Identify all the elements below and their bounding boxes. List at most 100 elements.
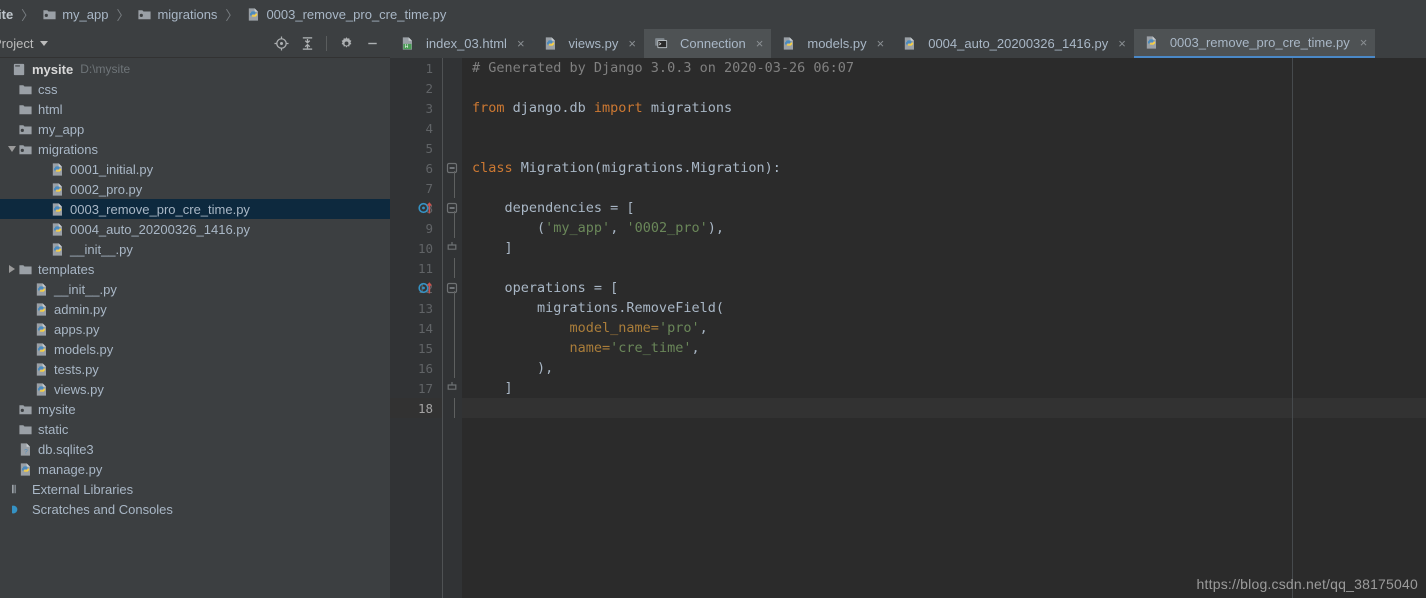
code-line[interactable]: migrations.RemoveField( bbox=[462, 298, 1426, 318]
override-marker-icon[interactable] bbox=[418, 281, 434, 295]
close-icon[interactable]: × bbox=[517, 36, 525, 51]
tree-row[interactable]: models.py bbox=[0, 339, 390, 359]
code-line[interactable]: name='cre_time', bbox=[462, 338, 1426, 358]
tree-row[interactable]: tests.py bbox=[0, 359, 390, 379]
gutter-line-number[interactable]: 15 bbox=[390, 338, 442, 358]
gutter-line-number[interactable]: 10 bbox=[390, 238, 442, 258]
close-icon[interactable]: × bbox=[1360, 35, 1368, 50]
fold-region-line bbox=[443, 118, 462, 138]
tree-row[interactable]: External Libraries bbox=[0, 479, 390, 499]
gutter-line-number[interactable]: 13 bbox=[390, 298, 442, 318]
gutter-line-number[interactable]: 16 bbox=[390, 358, 442, 378]
gutter-line-number[interactable]: 12 bbox=[390, 278, 442, 298]
breadcrumb-item-2[interactable]: migrations bbox=[135, 0, 219, 29]
breadcrumb-item-1[interactable]: my_app bbox=[40, 0, 110, 29]
code-line[interactable]: # Generated by Django 3.0.3 on 2020-03-2… bbox=[462, 58, 1426, 78]
gutter-line-number[interactable]: 8 bbox=[390, 198, 442, 218]
editor-tab[interactable]: views.py × bbox=[532, 29, 644, 58]
editor-tab[interactable]: 0003_remove_pro_cre_time.py × bbox=[1133, 29, 1376, 58]
gutter-line-number[interactable]: 14 bbox=[390, 318, 442, 338]
tree-row[interactable]: apps.py bbox=[0, 319, 390, 339]
code-line[interactable] bbox=[462, 78, 1426, 98]
tree-row[interactable]: __init__.py bbox=[0, 279, 390, 299]
tree-row[interactable]: css bbox=[0, 79, 390, 99]
close-icon[interactable]: × bbox=[756, 36, 764, 51]
editor-tab[interactable]: models.py × bbox=[771, 29, 893, 58]
close-icon[interactable]: × bbox=[1118, 36, 1126, 51]
gutter-line-number[interactable]: 7 bbox=[390, 178, 442, 198]
override-marker-icon[interactable] bbox=[418, 201, 434, 215]
line-number: 18 bbox=[417, 400, 433, 416]
gutter-line-number[interactable]: 17 bbox=[390, 378, 442, 398]
tree-row[interactable]: manage.py bbox=[0, 459, 390, 479]
code-line[interactable]: ('my_app', '0002_pro'), bbox=[462, 218, 1426, 238]
gutter-line-number[interactable]: 5 bbox=[390, 138, 442, 158]
editor-fold-column[interactable] bbox=[443, 58, 462, 598]
code-line[interactable]: class Migration(migrations.Migration): bbox=[462, 158, 1426, 178]
chevron-down-icon[interactable] bbox=[6, 139, 18, 159]
code-editor[interactable]: 123456789101112131415161718 # Generated … bbox=[390, 58, 1426, 598]
code-line[interactable]: ] bbox=[462, 378, 1426, 398]
code-line[interactable]: operations = [ bbox=[462, 278, 1426, 298]
tree-row[interactable]: ? db.sqlite3 bbox=[0, 439, 390, 459]
tree-row[interactable]: templates bbox=[0, 259, 390, 279]
line-number: 4 bbox=[425, 120, 433, 136]
breadcrumb-item-0[interactable]: ite bbox=[0, 0, 15, 29]
code-line[interactable]: dependencies = [ bbox=[462, 198, 1426, 218]
tree-row[interactable]: Scratches and Consoles bbox=[0, 499, 390, 519]
code-line[interactable] bbox=[462, 138, 1426, 158]
gutter-line-number[interactable]: 2 bbox=[390, 78, 442, 98]
tree-row[interactable]: admin.py bbox=[0, 299, 390, 319]
module-folder-icon bbox=[137, 7, 152, 22]
project-panel-title[interactable]: Project bbox=[0, 36, 33, 51]
folder-icon bbox=[18, 82, 33, 97]
code-line[interactable] bbox=[462, 178, 1426, 198]
locate-target-icon[interactable] bbox=[269, 32, 293, 56]
tree-row[interactable]: html bbox=[0, 99, 390, 119]
tree-row[interactable]: views.py bbox=[0, 379, 390, 399]
tree-row[interactable]: my_app bbox=[0, 119, 390, 139]
code-line[interactable]: from django.db import migrations bbox=[462, 98, 1426, 118]
tree-row[interactable]: 0001_initial.py bbox=[0, 159, 390, 179]
gutter-line-number[interactable]: 1 bbox=[390, 58, 442, 78]
code-line[interactable]: ] bbox=[462, 238, 1426, 258]
close-icon[interactable]: × bbox=[877, 36, 885, 51]
code-line[interactable]: model_name='pro', bbox=[462, 318, 1426, 338]
code-line[interactable] bbox=[462, 118, 1426, 138]
editor-code-area[interactable]: # Generated by Django 3.0.3 on 2020-03-2… bbox=[462, 58, 1426, 598]
tree-row[interactable]: mysite D:\mysite bbox=[0, 59, 390, 79]
editor-tab[interactable]: Hindex_03.html × bbox=[390, 29, 533, 58]
close-icon[interactable]: × bbox=[628, 36, 636, 51]
chevron-right-icon[interactable] bbox=[6, 259, 18, 279]
project-file-tree[interactable]: mysite D:\mysite css html my_app migrations 00… bbox=[0, 58, 390, 598]
tree-row[interactable]: 0002_pro.py bbox=[0, 179, 390, 199]
gutter-line-number[interactable]: 4 bbox=[390, 118, 442, 138]
collapse-all-icon[interactable] bbox=[295, 32, 319, 56]
gutter-line-number[interactable]: 18 bbox=[390, 398, 442, 418]
gutter-line-number[interactable]: 6 bbox=[390, 158, 442, 178]
python-file-icon bbox=[34, 362, 49, 377]
code-line[interactable]: ), bbox=[462, 358, 1426, 378]
gear-icon[interactable] bbox=[334, 32, 358, 56]
external-libraries-icon bbox=[12, 482, 27, 497]
tree-row[interactable]: __init__.py bbox=[0, 239, 390, 259]
code-line[interactable] bbox=[462, 398, 1426, 418]
gutter-line-number[interactable]: 3 bbox=[390, 98, 442, 118]
code-line[interactable] bbox=[462, 258, 1426, 278]
tree-row[interactable]: mysite bbox=[0, 399, 390, 419]
editor-tab[interactable]: Connection × bbox=[644, 29, 772, 58]
gutter-line-number[interactable]: 11 bbox=[390, 258, 442, 278]
tree-row[interactable]: migrations bbox=[0, 139, 390, 159]
editor-gutter[interactable]: 123456789101112131415161718 bbox=[390, 58, 443, 598]
editor-tab-strip[interactable]: Hindex_03.html × views.py × Connection × model… bbox=[390, 29, 1426, 58]
breadcrumb-item-3[interactable]: 0003_remove_pro_cre_time.py bbox=[244, 0, 448, 29]
tree-row[interactable]: 0004_auto_20200326_1416.py bbox=[0, 219, 390, 239]
minimize-icon[interactable] bbox=[360, 32, 384, 56]
chevron-down-icon[interactable] bbox=[40, 40, 49, 46]
editor-tab[interactable]: 0004_auto_20200326_1416.py × bbox=[892, 29, 1134, 58]
tree-row[interactable]: static bbox=[0, 419, 390, 439]
gutter-line-number[interactable]: 9 bbox=[390, 218, 442, 238]
tree-row[interactable]: 0003_remove_pro_cre_time.py bbox=[0, 199, 390, 219]
